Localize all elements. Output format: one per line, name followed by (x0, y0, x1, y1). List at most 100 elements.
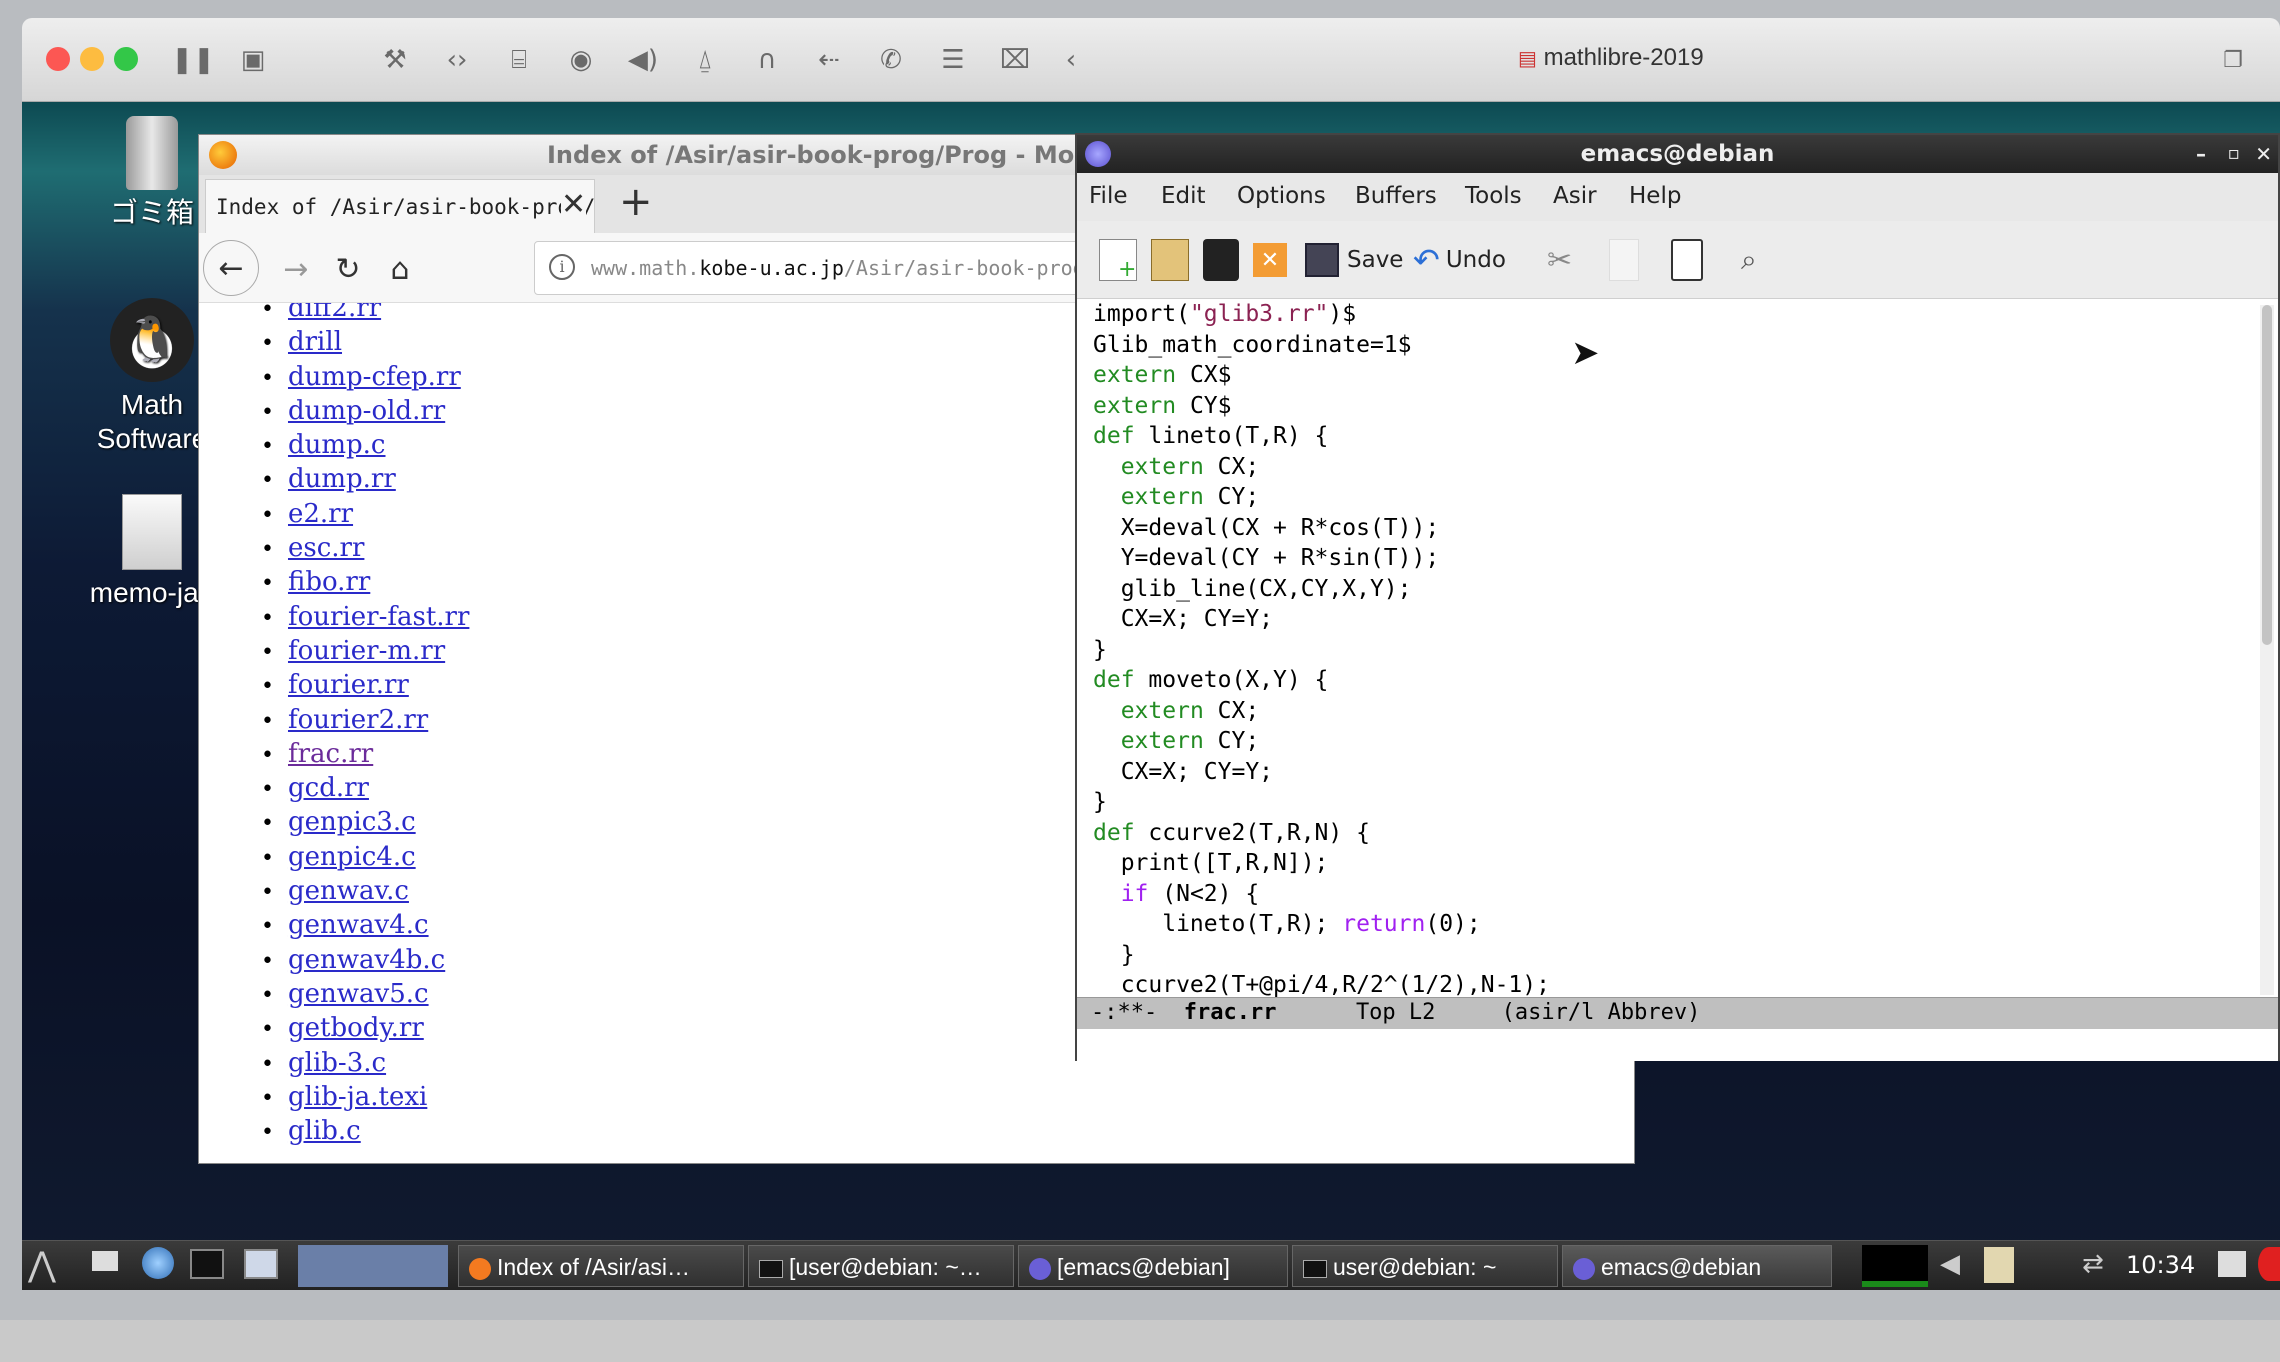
url-domain: kobe-u.ac.jp (699, 256, 844, 280)
headset-icon[interactable]: ∩ (744, 38, 790, 82)
speaker-icon[interactable]: ◀) (620, 38, 666, 82)
code-token: ccurve2(T+@pi/4,R/2^(1/2),N-1); (1093, 972, 1550, 998)
code-line: } (1093, 635, 1550, 666)
snapshot-icon[interactable]: ▣ (230, 38, 276, 82)
cut-icon[interactable]: ✂ (1547, 239, 1572, 281)
new-file-icon[interactable]: + (1099, 239, 1137, 282)
task-emacs-2[interactable]: emacs@debian (1562, 1245, 1832, 1287)
file-link[interactable]: dump-old.rr (288, 396, 445, 426)
file-link[interactable]: glib-3.c (288, 1048, 386, 1078)
menu-file[interactable]: File (1089, 183, 1128, 209)
phone-icon[interactable]: ✆ (868, 38, 914, 82)
pause-icon[interactable]: ❚❚ (170, 38, 216, 82)
search-icon[interactable]: ⌕ (1741, 239, 1757, 281)
camera-icon[interactable]: ◉ (558, 38, 604, 82)
file-link[interactable]: dump.rr (288, 464, 396, 494)
file-link[interactable]: esc.rr (288, 533, 364, 563)
file-link[interactable]: fourier.rr (288, 670, 409, 700)
window-switch-icon[interactable] (244, 1249, 278, 1279)
task-emacs-1[interactable]: [emacs@debian] (1018, 1245, 1288, 1287)
forward-button[interactable]: → (273, 246, 319, 292)
open-folder-icon[interactable] (1151, 239, 1189, 281)
file-link[interactable]: genpic3.c (288, 807, 416, 837)
file-link[interactable]: fourier2.rr (288, 705, 428, 735)
file-link[interactable]: frac.rr (288, 739, 373, 769)
file-link[interactable]: e2.rr (288, 499, 353, 529)
workspace-pager[interactable] (298, 1245, 448, 1287)
show-desktop-icon[interactable] (92, 1251, 118, 1271)
file-link[interactable]: glib-ja.texi (288, 1082, 427, 1112)
mouse-icon[interactable]: ⍙ (682, 38, 728, 82)
file-link[interactable]: gcd.rr (288, 773, 369, 803)
file-list-item: diff2.rr (261, 303, 469, 325)
fullscreen-icon[interactable]: ❐ (2210, 38, 2256, 82)
task-terminal-1[interactable]: [user@debian: ~… (748, 1245, 1014, 1287)
network-tray-icon[interactable]: ⇄ (2082, 1249, 2104, 1279)
keyboard-icon[interactable] (2218, 1251, 2246, 1277)
wrench-icon[interactable]: ⚒ (372, 38, 418, 82)
clipboard-icon[interactable] (1984, 1247, 2014, 1283)
reload-button[interactable]: ↻ (325, 246, 371, 292)
network-icon[interactable]: ☰ (930, 38, 976, 82)
minimize-icon[interactable]: – (2196, 135, 2206, 173)
close-icon[interactable]: ✕ (2255, 135, 2272, 173)
file-link[interactable]: fourier-fast.rr (288, 602, 469, 632)
undo-button[interactable]: ↶ Undo (1413, 239, 1506, 281)
scrollbar-thumb[interactable] (2262, 305, 2272, 645)
menu-tools[interactable]: Tools (1465, 183, 1522, 209)
menu-asir[interactable]: Asir (1553, 183, 1597, 209)
host-dock (0, 1320, 2280, 1362)
save-button[interactable]: Save (1305, 239, 1403, 281)
browser-launcher-icon[interactable] (142, 1247, 174, 1279)
tab-close-icon[interactable]: ✕ (561, 187, 587, 222)
zoom-window-button[interactable] (114, 47, 138, 71)
power-icon[interactable] (2258, 1247, 2280, 1281)
mouse-cursor-icon: ➤ (1571, 333, 1600, 373)
code-icon[interactable]: ‹› (434, 38, 480, 82)
file-link[interactable]: dump-cfep.rr (288, 362, 461, 392)
minibuffer[interactable] (1077, 1029, 2278, 1061)
file-link[interactable]: getbody.rr (288, 1013, 424, 1043)
copy-icon[interactable] (1609, 239, 1639, 281)
file-link[interactable]: genwav.c (288, 876, 409, 906)
new-tab-button[interactable]: + (619, 179, 653, 225)
close-window-button[interactable] (46, 47, 70, 71)
usb-icon[interactable]: ⇠ (806, 38, 852, 82)
dired-icon[interactable] (1203, 239, 1239, 281)
file-link[interactable]: diff2.rr (288, 303, 381, 323)
clock[interactable]: 10:34 (2126, 1251, 2195, 1279)
file-link[interactable]: genwav4b.c (288, 945, 445, 975)
drive-icon[interactable]: ⌸ (496, 38, 542, 82)
file-link[interactable]: fibo.rr (288, 567, 370, 597)
back-button[interactable]: ← (203, 240, 259, 296)
menu-options[interactable]: Options (1237, 183, 1326, 209)
menu-edit[interactable]: Edit (1161, 183, 1206, 209)
minimize-window-button[interactable] (80, 47, 104, 71)
info-icon[interactable]: i (549, 254, 575, 280)
start-menu-icon[interactable]: ⋀ (28, 1245, 56, 1285)
home-button[interactable]: ⌂ (377, 246, 423, 292)
file-link[interactable]: fourier-m.rr (288, 636, 445, 666)
file-link[interactable]: glib.c (288, 1116, 361, 1146)
volume-icon[interactable]: ◀ (1940, 1249, 1960, 1279)
scrollbar[interactable] (2260, 305, 2274, 995)
file-link[interactable]: genwav4.c (288, 910, 429, 940)
kill-buffer-icon[interactable]: ✕ (1253, 243, 1287, 277)
task-firefox[interactable]: Index of /Asir/asi… (458, 1245, 744, 1287)
code-line: Glib_math_coordinate=1$ (1093, 330, 1550, 361)
menu-help[interactable]: Help (1629, 183, 1681, 209)
file-link[interactable]: genwav5.c (288, 979, 429, 1009)
menu-buffers[interactable]: Buffers (1355, 183, 1437, 209)
chevron-left-icon[interactable]: ‹ (1048, 38, 1094, 82)
task-terminal-2[interactable]: user@debian: ~ (1292, 1245, 1558, 1287)
code-editor[interactable]: import("glib3.rr")$ Glib_math_coordinate=… (1093, 299, 1550, 1001)
tab-index[interactable]: Index of /Asir/asir-book-prog/Prog (205, 179, 595, 233)
paste-icon[interactable] (1671, 239, 1703, 281)
maximize-icon[interactable]: ▫ (2228, 135, 2240, 173)
file-link[interactable]: genpic4.c (288, 842, 416, 872)
folder-share-icon[interactable]: ⌧ (992, 38, 1038, 82)
emacs-titlebar[interactable]: emacs@debian – ▫ ✕ (1077, 135, 2278, 173)
file-link[interactable]: dump.c (288, 430, 386, 460)
file-link[interactable]: drill (288, 327, 342, 357)
terminal-launcher-icon[interactable] (190, 1249, 224, 1279)
